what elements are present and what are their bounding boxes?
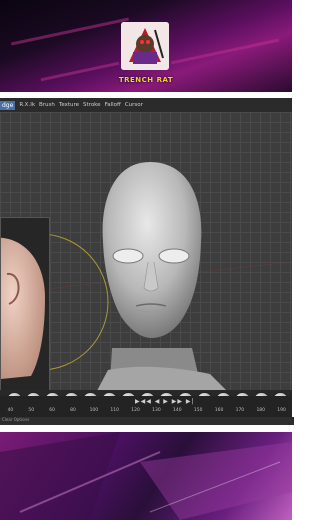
menu-cursor[interactable]: Cursor bbox=[125, 102, 143, 108]
top-banner: TRENCH RAT bbox=[0, 0, 292, 92]
decor-streak bbox=[10, 17, 130, 46]
blender-window: dge R.X.Ik Brush Texture Stroke Falloff … bbox=[0, 98, 292, 424]
tick-label: 170 bbox=[235, 408, 245, 413]
viewport-header: dge R.X.Ik Brush Texture Stroke Falloff … bbox=[0, 98, 292, 112]
abstract-art bbox=[0, 432, 292, 520]
tick-label: 140 bbox=[173, 408, 182, 413]
tick-label: 150 bbox=[193, 408, 203, 413]
tick-label: 130 bbox=[152, 408, 161, 413]
tick-label: 120 bbox=[131, 408, 140, 413]
tick-label: 180 bbox=[256, 408, 266, 413]
tick-label: 160 bbox=[214, 408, 224, 413]
tick-label: 110 bbox=[110, 408, 120, 413]
menu-stroke[interactable]: Stroke bbox=[83, 102, 101, 108]
timeline-ruler: 40 50 60 80 100 110 120 130 140 150 160 … bbox=[0, 408, 292, 413]
tick-label: 100 bbox=[89, 408, 99, 413]
tick-label: 80 bbox=[70, 408, 76, 413]
status-bar: Clear Options bbox=[0, 417, 294, 425]
3d-viewport[interactable] bbox=[0, 112, 292, 410]
logo-title: TRENCH RAT bbox=[118, 76, 174, 84]
tick-label: 50 bbox=[28, 408, 35, 413]
menu-falloff[interactable]: Falloff bbox=[105, 102, 121, 108]
bottom-banner bbox=[0, 432, 292, 520]
playback-controls[interactable]: ▶◀◀ ◀ ▶ ▶▶ ▶| bbox=[135, 398, 195, 405]
tick-label: 190 bbox=[277, 408, 286, 413]
trench-rat-logo bbox=[121, 22, 169, 70]
menu-brush[interactable]: Brush bbox=[39, 102, 55, 108]
mode-selector[interactable]: dge bbox=[0, 100, 16, 110]
menu-item[interactable]: R.X.Ik bbox=[19, 102, 35, 108]
decor-streak bbox=[170, 38, 280, 65]
tick-label: 60 bbox=[49, 408, 56, 413]
reference-image-panel[interactable] bbox=[0, 217, 50, 395]
tick-label: 40 bbox=[7, 408, 14, 413]
menu-texture[interactable]: Texture bbox=[59, 102, 79, 108]
decor-streak bbox=[40, 61, 120, 82]
reference-head-image bbox=[0, 218, 49, 394]
